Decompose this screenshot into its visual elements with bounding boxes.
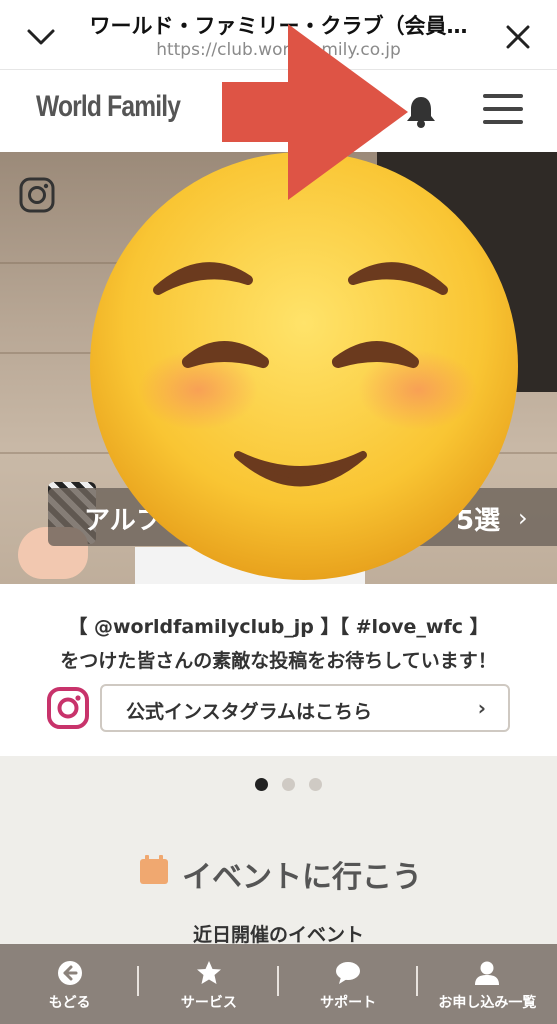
nav-service[interactable]: サービス: [139, 944, 279, 1024]
menu-icon[interactable]: [483, 94, 523, 128]
carousel-dot[interactable]: [309, 778, 322, 791]
user-icon: [475, 961, 500, 985]
events-subheading: 近日開催のイベント: [192, 924, 364, 946]
world-family-logo[interactable]: World Family: [36, 90, 181, 124]
nav-support[interactable]: サポート: [279, 944, 418, 1024]
events-heading: イベントに行こう: [182, 860, 422, 895]
carousel-dot[interactable]: [282, 778, 295, 791]
nav-back[interactable]: もどる: [0, 944, 140, 1024]
back-arrow-icon: [57, 961, 82, 985]
smiling-emoji-icon: [90, 152, 518, 580]
instagram-icon[interactable]: [46, 686, 90, 730]
carousel-dot[interactable]: [255, 778, 268, 791]
nav-service-label: サービス: [180, 995, 237, 1011]
hashtag-line: 【 @worldfamilyclub_jp 】【 #love_wfc 】: [68, 616, 489, 638]
calendar-icon: [138, 854, 170, 886]
page: ワールド・ファミリー・クラブ（会員… https://club.worldfam…: [0, 0, 557, 1024]
chat-bubble-icon: [336, 962, 361, 984]
instagram-official-button[interactable]: 公式インスタグラムはこちら ›: [100, 684, 510, 732]
events-section: イベントに行こう 近日開催のイベント: [0, 756, 557, 946]
chevron-right-icon: ›: [477, 696, 486, 720]
instagram-icon: [18, 176, 56, 214]
close-icon[interactable]: [501, 20, 535, 54]
instagram-caption: 【 @worldfamilyclub_jp 】【 #love_wfc 】 をつけ…: [0, 584, 557, 756]
caption-line: をつけた皆さんの素敵な投稿をお待ちしています！: [60, 650, 497, 672]
chevron-down-icon[interactable]: [24, 20, 58, 54]
nav-back-label: もどる: [48, 995, 91, 1011]
star-icon: [196, 961, 221, 984]
carousel-indicator: [0, 778, 557, 791]
instagram-button-label: 公式インスタグラムはこちら: [126, 701, 373, 723]
bottom-nav: もどる サービス サポート お申し込み一覧: [0, 944, 557, 1024]
nav-applications[interactable]: お申し込み一覧: [418, 944, 557, 1024]
nav-support-label: サポート: [320, 995, 377, 1011]
nav-applications-label: お申し込み一覧: [438, 995, 537, 1011]
red-arrow-annotation: [222, 24, 408, 200]
